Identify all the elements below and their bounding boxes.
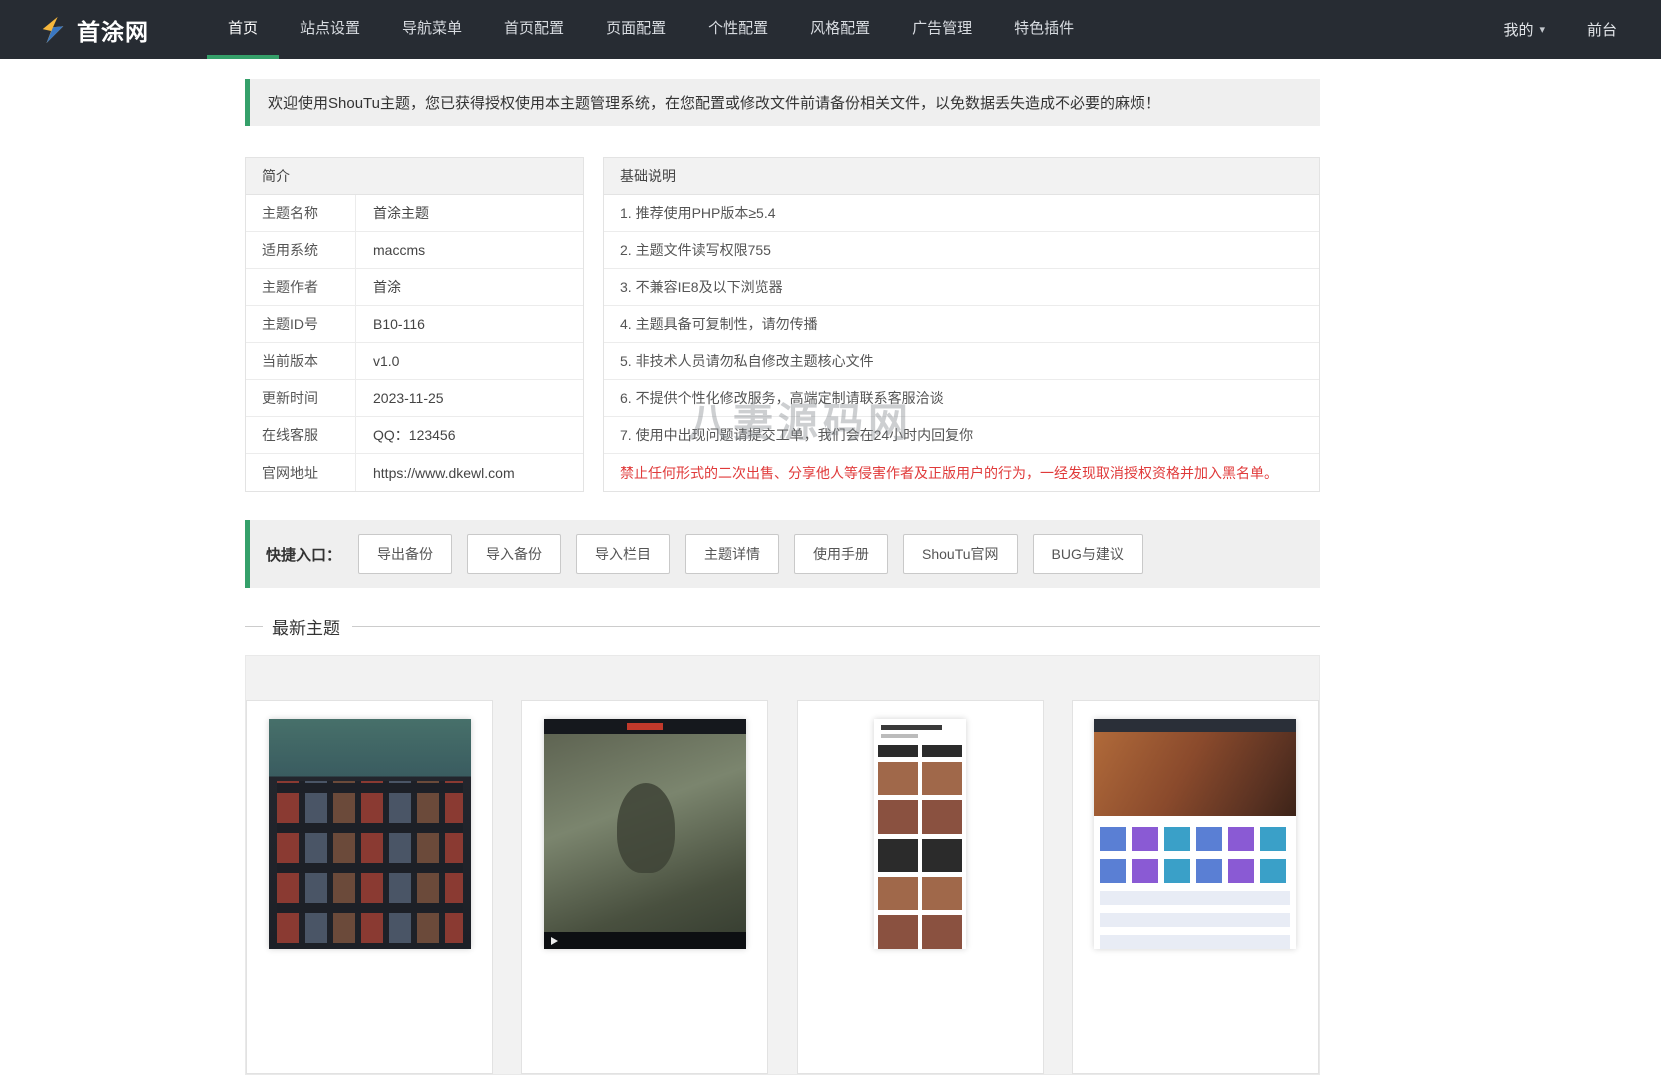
notes-panel-title: 基础说明 <box>604 158 1319 195</box>
quick-entry-bar: 快捷入口： 导出备份 导入备份 导入栏目 主题详情 使用手册 ShouTu官网 … <box>245 520 1320 588</box>
nav-item-personal-config[interactable]: 个性配置 <box>687 0 789 59</box>
phone-grid-decor <box>878 745 962 949</box>
latest-themes-panel <box>245 655 1320 1075</box>
row-value: 2023-11-25 <box>356 380 444 416</box>
theme-detail-button[interactable]: 主题详情 <box>685 534 779 574</box>
import-backup-button[interactable]: 导入备份 <box>467 534 561 574</box>
nav-item-style-config[interactable]: 风格配置 <box>789 0 891 59</box>
row-label: 当前版本 <box>246 343 356 379</box>
poster-grid-decor <box>277 781 463 943</box>
table-row: 主题名称 首涂主题 <box>246 195 583 232</box>
theme-card[interactable] <box>797 700 1044 1074</box>
table-row: 主题ID号 B10-116 <box>246 306 583 343</box>
row-value: 首涂主题 <box>356 195 429 231</box>
logo-text: 首涂网 <box>77 13 149 47</box>
main-nav: 首页 站点设置 导航菜单 首页配置 页面配置 个性配置 风格配置 广告管理 特色… <box>207 0 1095 59</box>
chevron-down-icon: ▾ <box>1539 23 1545 36</box>
intro-panel-title: 简介 <box>246 158 583 195</box>
nav-item-site-settings[interactable]: 站点设置 <box>279 0 381 59</box>
export-backup-button[interactable]: 导出备份 <box>358 534 452 574</box>
note-item: 1. 推荐使用PHP版本≥5.4 <box>604 195 1319 232</box>
manual-button[interactable]: 使用手册 <box>794 534 888 574</box>
theme-card[interactable] <box>521 700 768 1074</box>
quick-entry-label: 快捷入口： <box>266 544 341 565</box>
note-item: 2. 主题文件读写权限755 <box>604 232 1319 269</box>
nav-item-home[interactable]: 首页 <box>207 0 279 59</box>
player-logo-decor <box>627 723 663 730</box>
my-dropdown[interactable]: 我的 ▾ <box>1503 19 1545 40</box>
note-item: 5. 非技术人员请勿私自修改主题核心文件 <box>604 343 1319 380</box>
frontend-link[interactable]: 前台 <box>1587 19 1617 40</box>
site-rows-decor <box>1100 889 1290 949</box>
row-label: 主题作者 <box>246 269 356 305</box>
site-tiles-decor <box>1100 823 1290 883</box>
theme-thumbnail <box>1094 719 1296 949</box>
row-label: 官网地址 <box>246 454 356 491</box>
table-row: 当前版本 v1.0 <box>246 343 583 380</box>
table-row: 主题作者 首涂 <box>246 269 583 306</box>
nav-item-ad-management[interactable]: 广告管理 <box>891 0 993 59</box>
table-row: 适用系统 maccms <box>246 232 583 269</box>
import-category-button[interactable]: 导入栏目 <box>576 534 670 574</box>
row-value: maccms <box>356 232 425 268</box>
note-item: 3. 不兼容IE8及以下浏览器 <box>604 269 1319 306</box>
row-value: B10-116 <box>356 306 425 342</box>
nav-item-page-config[interactable]: 页面配置 <box>585 0 687 59</box>
row-value: v1.0 <box>356 343 399 379</box>
divider-line <box>245 626 263 627</box>
table-row: 官网地址 https://www.dkewl.com <box>246 454 583 491</box>
nav-item-homepage-config[interactable]: 首页配置 <box>483 0 585 59</box>
row-value: 首涂 <box>356 269 401 305</box>
nav-item-plugins[interactable]: 特色插件 <box>993 0 1095 59</box>
theme-card[interactable] <box>1072 700 1319 1074</box>
player-scene-decor <box>617 783 675 873</box>
nav-item-nav-menu[interactable]: 导航菜单 <box>381 0 483 59</box>
theme-thumbnail <box>269 719 471 949</box>
phone-header-decor <box>881 725 942 730</box>
row-label: 在线客服 <box>246 417 356 453</box>
theme-thumbnail <box>874 719 966 949</box>
notes-panel: 基础说明 1. 推荐使用PHP版本≥5.4 2. 主题文件读写权限755 3. … <box>603 157 1320 492</box>
latest-themes-heading: 最新主题 <box>245 614 1320 639</box>
official-site-button[interactable]: ShouTu官网 <box>903 534 1018 574</box>
bug-suggest-button[interactable]: BUG与建议 <box>1033 534 1143 574</box>
note-item: 6. 不提供个性化修改服务，高端定制请联系客服洽谈 <box>604 380 1319 417</box>
site-banner-decor <box>1094 732 1296 816</box>
player-controls-decor <box>544 932 746 949</box>
logo[interactable]: 首涂网 <box>0 0 207 59</box>
theme-card[interactable] <box>246 700 493 1074</box>
table-row: 更新时间 2023-11-25 <box>246 380 583 417</box>
row-label: 主题ID号 <box>246 306 356 342</box>
site-navbar-decor <box>1094 719 1296 732</box>
row-label: 更新时间 <box>246 380 356 416</box>
note-item: 7. 使用中出现问题请提交工单，我们会在24小时内回复你 <box>604 417 1319 454</box>
table-row: 在线客服 QQ：123456 <box>246 417 583 454</box>
divider-line <box>352 626 1320 627</box>
row-label: 适用系统 <box>246 232 356 268</box>
navbar: 首涂网 首页 站点设置 导航菜单 首页配置 页面配置 个性配置 风格配置 广告管… <box>0 0 1661 59</box>
row-value: QQ：123456 <box>356 417 456 453</box>
navbar-right: 我的 ▾ 前台 <box>1503 0 1661 59</box>
row-label: 主题名称 <box>246 195 356 231</box>
latest-themes-title: 最新主题 <box>272 614 340 639</box>
my-dropdown-label: 我的 <box>1503 19 1533 40</box>
info-panels: 简介 主题名称 首涂主题 适用系统 maccms 主题作者 首涂 主题ID号 B… <box>245 157 1320 492</box>
note-item: 4. 主题具备可复制性，请勿传播 <box>604 306 1319 343</box>
logo-icon <box>38 15 68 45</box>
theme-thumbnail <box>544 719 746 949</box>
license-warning: 禁止任何形式的二次出售、分享他人等侵害作者及正版用户的行为，一经发现取消授权资格… <box>604 454 1319 491</box>
intro-panel: 简介 主题名称 首涂主题 适用系统 maccms 主题作者 首涂 主题ID号 B… <box>245 157 584 492</box>
welcome-banner: 欢迎使用ShouTu主题，您已获得授权使用本主题管理系统，在您配置或修改文件前请… <box>245 79 1320 126</box>
official-site-url: https://www.dkewl.com <box>356 454 515 491</box>
main-content: 欢迎使用ShouTu主题，您已获得授权使用本主题管理系统，在您配置或修改文件前请… <box>245 79 1320 1075</box>
